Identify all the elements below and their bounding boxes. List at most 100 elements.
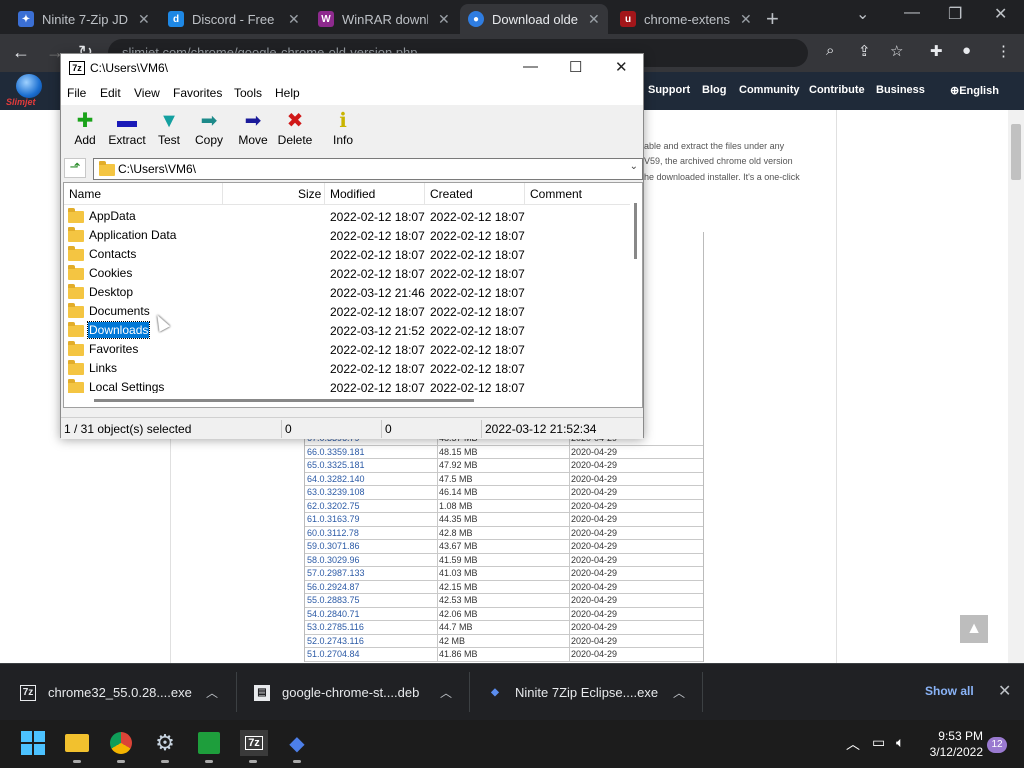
file-row[interactable]: Documents 2022-02-12 18:07 2022-02-12 18:0… (64, 302, 630, 321)
column-separator[interactable] (424, 183, 425, 205)
close-window-icon[interactable]: ✕ (994, 4, 1007, 24)
spreadsheet-app-icon[interactable] (196, 730, 222, 763)
nav-contribute[interactable]: Contribute (809, 84, 865, 96)
version-link[interactable]: 59.0.3071.86 (307, 541, 360, 551)
version-link[interactable]: 57.0.2987.133 (307, 568, 365, 578)
nav-community[interactable]: Community (739, 84, 800, 96)
nav-business[interactable]: Business (876, 84, 925, 96)
menu-view[interactable]: View (134, 86, 160, 100)
file-row[interactable]: Application Data 2022-02-12 18:07 2022-02-… (64, 226, 630, 245)
path-combobox[interactable]: C:\Users\VM6\ ⌄ (93, 158, 643, 180)
version-link[interactable]: 56.0.2924.87 (307, 582, 360, 592)
tab-ninite[interactable]: ✦ Ninite 7-Zip JDK ✕ (10, 4, 158, 34)
column-separator[interactable] (524, 183, 525, 205)
close-icon[interactable]: ✕ (998, 681, 1011, 701)
extensions-icon[interactable]: ✚ (930, 42, 943, 60)
tab-download-older[interactable]: ● Download older ✕ (460, 4, 608, 34)
profile-icon[interactable]: ● (962, 42, 971, 59)
close-icon[interactable]: ✕ (288, 11, 300, 28)
vertical-scrollbar[interactable] (630, 183, 642, 393)
minimize-icon[interactable]: — (523, 58, 538, 75)
menu-favorites[interactable]: Favorites (173, 86, 222, 100)
file-row[interactable]: AppData 2022-02-12 18:07 2022-02-12 18:07 (64, 207, 630, 226)
copy-button[interactable]: ➡ Copy (189, 109, 229, 151)
chevron-down-icon[interactable]: ⌄ (630, 161, 638, 172)
close-icon[interactable]: ✕ (138, 11, 150, 28)
tab-winrar[interactable]: W WinRAR downlo ✕ (310, 4, 458, 34)
back-icon[interactable]: ← (12, 42, 30, 63)
column-separator[interactable] (222, 183, 223, 205)
test-button[interactable]: ▼ Test (149, 109, 189, 151)
download-item[interactable]: 7z chrome32_55.0.28....exe ︿ (20, 664, 230, 721)
ninite-taskbar-icon[interactable]: ◆ (284, 730, 310, 763)
close-icon[interactable]: ✕ (615, 58, 628, 76)
nav-blog[interactable]: Blog (702, 84, 726, 96)
restore-icon[interactable]: ❐ (948, 4, 962, 24)
chevron-up-icon[interactable]: ︿ (846, 734, 860, 754)
slimjet-logo[interactable]: Slimjet (6, 74, 54, 108)
file-row[interactable]: Links 2022-02-12 18:07 2022-02-12 18:07 (64, 359, 630, 378)
menu-tools[interactable]: Tools (234, 86, 262, 100)
volume-icon[interactable]: 🔈︎ (896, 734, 904, 751)
chevron-up-icon[interactable]: ︿ (206, 684, 218, 701)
add-button[interactable]: ✚ Add (65, 109, 105, 151)
version-link[interactable]: 61.0.3163.79 (307, 514, 360, 524)
version-link[interactable]: 51.0.2704.84 (307, 649, 360, 659)
menu-help[interactable]: Help (275, 86, 300, 100)
file-row[interactable]: Downloads 2022-03-12 21:52 2022-02-12 18:0… (64, 321, 630, 340)
start-button[interactable] (20, 730, 46, 756)
version-link[interactable]: 66.0.3359.181 (307, 447, 365, 457)
delete-button[interactable]: ✖ Delete (275, 109, 315, 151)
tab-discord[interactable]: d Discord - Free ✕ (160, 4, 308, 34)
extract-button[interactable]: ▬ Extract (105, 109, 149, 151)
zoom-icon[interactable]: ⌕ (826, 42, 834, 59)
download-item[interactable]: ◆ Ninite 7Zip Eclipse....exe ︿ (487, 664, 697, 721)
column-comment[interactable]: Comment (530, 187, 582, 201)
column-created[interactable]: Created (430, 187, 473, 201)
menu-kebab-icon[interactable]: ⋮ (996, 42, 1011, 60)
file-explorer-icon[interactable] (64, 730, 90, 763)
version-link[interactable]: 63.0.3239.108 (307, 487, 365, 497)
move-button[interactable]: ➡ Move (233, 109, 273, 151)
column-modified[interactable]: Modified (330, 187, 375, 201)
chevron-up-icon[interactable]: ︿ (440, 684, 452, 701)
version-link[interactable]: 65.0.3325.181 (307, 460, 365, 470)
tab-search-icon[interactable]: ⌄ (856, 4, 869, 24)
version-link[interactable]: 53.0.2785.116 (307, 622, 364, 632)
up-folder-button[interactable]: ⬏ (64, 158, 86, 178)
info-button[interactable]: ℹ Info (323, 109, 363, 151)
settings-gear-icon[interactable]: ⚙ (152, 730, 178, 763)
close-icon[interactable]: ✕ (740, 11, 752, 28)
file-row[interactable]: Contacts 2022-02-12 18:07 2022-02-12 18:07 (64, 245, 630, 264)
nav-language[interactable]: ⊕English (950, 84, 999, 97)
chrome-icon[interactable] (108, 730, 134, 763)
tab-chrome-extension[interactable]: u chrome-extensi ✕ (612, 4, 760, 34)
download-item[interactable]: ▤ google-chrome-st....deb ︿ (254, 664, 464, 721)
version-link[interactable]: 52.0.2743.116 (307, 636, 364, 646)
version-link[interactable]: 64.0.3282.140 (307, 474, 365, 484)
scrollbar-thumb[interactable] (634, 203, 637, 259)
menu-file[interactable]: File (67, 86, 86, 100)
version-link[interactable]: 62.0.3202.75 (307, 501, 360, 511)
version-link[interactable]: 54.0.2840.71 (307, 609, 360, 619)
file-row[interactable]: Desktop 2022-03-12 21:46 2022-02-12 18:07 (64, 283, 630, 302)
scrollbar-thumb[interactable] (94, 399, 474, 402)
chevron-up-icon[interactable]: ︿ (673, 684, 685, 701)
close-icon[interactable]: ✕ (588, 11, 600, 28)
minimize-icon[interactable]: — (904, 4, 920, 22)
version-link[interactable]: 55.0.2883.75 (307, 595, 360, 605)
display-icon[interactable]: ▭ (872, 734, 885, 751)
column-name[interactable]: Name (69, 187, 101, 201)
file-row[interactable]: Cookies 2022-02-12 18:07 2022-02-12 18:07 (64, 264, 630, 283)
close-icon[interactable]: ✕ (438, 11, 450, 28)
column-size[interactable]: Size (298, 187, 321, 201)
7zip-titlebar[interactable]: 7z C:\Users\VM6\ — ☐ ✕ (61, 54, 643, 83)
bookmark-star-icon[interactable]: ☆ (890, 42, 903, 60)
nav-support[interactable]: Support (648, 84, 690, 96)
page-scrollbar[interactable] (1008, 110, 1024, 663)
share-icon[interactable]: ⇪ (858, 42, 871, 60)
new-tab-button[interactable]: + (766, 6, 779, 32)
menu-edit[interactable]: Edit (100, 86, 121, 100)
notification-badge[interactable]: 12 (987, 737, 1007, 753)
system-clock[interactable]: 9:53 PM 3/12/2022 (925, 728, 983, 760)
